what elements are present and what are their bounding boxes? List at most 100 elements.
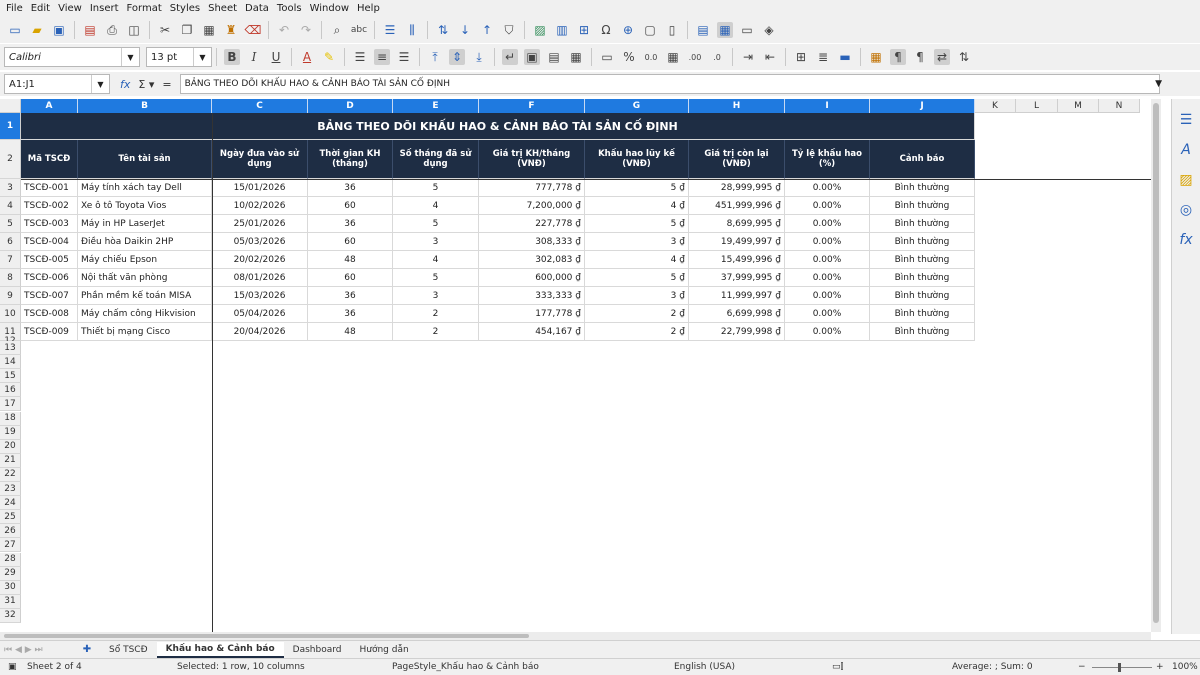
table-cell[interactable]: 28,999,995 ₫ (689, 179, 785, 197)
chevron-down-icon[interactable]: ▼ (193, 48, 211, 66)
pivot-table-icon[interactable]: ⊞ (576, 22, 592, 38)
table-cell[interactable]: 48 (308, 323, 393, 341)
column-header[interactable]: B (78, 99, 212, 113)
table-cell[interactable]: 4 (393, 251, 479, 269)
table-cell[interactable]: 777,778 ₫ (479, 179, 585, 197)
row-header[interactable]: 3 (0, 179, 21, 197)
table-cell[interactable]: Bình thường (870, 305, 975, 323)
functions-icon[interactable]: fx (1178, 232, 1194, 248)
decrease-indent-icon[interactable]: ⇤ (762, 49, 778, 65)
column-title[interactable]: Khấu hao lũy kế (VNĐ) (585, 140, 689, 179)
sheet-tab[interactable]: Sổ TSCĐ (100, 642, 157, 658)
menu-data[interactable]: Data (245, 3, 269, 14)
table-cell[interactable]: TSCĐ-008 (21, 305, 78, 323)
table-cell[interactable]: 37,999,995 ₫ (689, 269, 785, 287)
menu-insert[interactable]: Insert (90, 3, 119, 14)
table-cell[interactable]: 25/01/2026 (212, 215, 308, 233)
chevron-down-icon[interactable]: ▼ (91, 75, 109, 93)
table-cell[interactable]: 60 (308, 197, 393, 215)
column-header[interactable]: K (975, 99, 1016, 113)
highlight-color-icon[interactable]: ✎ (321, 49, 337, 65)
table-cell[interactable]: 2 (393, 323, 479, 341)
unmerge-cells-icon[interactable]: ▦ (568, 49, 584, 65)
split-window-icon[interactable]: ▭ (739, 22, 755, 38)
row-header[interactable]: 14 (0, 355, 21, 370)
align-left-icon[interactable]: ☰ (352, 49, 368, 65)
column-header[interactable]: J (870, 99, 975, 113)
table-cell[interactable]: 5 (393, 179, 479, 197)
table-cell[interactable]: Bình thường (870, 287, 975, 305)
show-draw-functions-icon[interactable]: ◈ (761, 22, 777, 38)
right-to-left-icon[interactable]: ¶ (912, 49, 928, 65)
table-cell[interactable]: 0.00% (785, 197, 870, 215)
table-cell[interactable]: 36 (308, 179, 393, 197)
currency-format-icon[interactable]: ▭ (599, 49, 615, 65)
table-cell[interactable]: Thiết bị mạng Cisco (78, 323, 212, 341)
underline-icon[interactable]: U (268, 49, 284, 65)
wrap-text-icon[interactable]: ↵ (502, 49, 518, 65)
menu-help[interactable]: Help (357, 3, 380, 14)
table-cell[interactable]: TSCĐ-009 (21, 323, 78, 341)
sort-descending-icon[interactable]: ↑ (479, 22, 495, 38)
sort-icon[interactable]: ⇅ (435, 22, 451, 38)
spreadsheet-grid[interactable]: ABCDEFGHIJKLMN12345678910111213141516171… (0, 99, 1151, 632)
table-cell[interactable]: 05/03/2026 (212, 233, 308, 251)
align-center-icon[interactable]: ≡ (374, 49, 390, 65)
table-cell[interactable]: 48 (308, 251, 393, 269)
table-cell[interactable]: 0.00% (785, 269, 870, 287)
table-cell[interactable]: Xe ô tô Toyota Vios (78, 197, 212, 215)
tab-navigation[interactable]: ⏮ ◀ ▶ ⏭ (4, 643, 74, 657)
column-header[interactable]: N (1099, 99, 1140, 113)
row-header[interactable]: 9 (0, 287, 21, 305)
font-size-box[interactable]: 13 pt ▼ (146, 47, 212, 67)
table-cell[interactable]: Bình thường (870, 269, 975, 287)
table-cell[interactable]: 177,778 ₫ (479, 305, 585, 323)
table-cell[interactable]: Máy chấm công Hikvision (78, 305, 212, 323)
row-header[interactable]: 32 (0, 608, 21, 623)
table-cell[interactable]: TSCĐ-002 (21, 197, 78, 215)
column-header[interactable]: E (393, 99, 479, 113)
row-header[interactable]: 29 (0, 566, 21, 581)
equals-icon[interactable]: = (162, 78, 171, 91)
column-header[interactable]: F (479, 99, 585, 113)
row-header[interactable]: 30 (0, 580, 21, 595)
date-format-icon[interactable]: ▦ (665, 49, 681, 65)
row-header[interactable]: 27 (0, 538, 21, 553)
table-cell[interactable]: 36 (308, 215, 393, 233)
column-header[interactable]: C (212, 99, 308, 113)
menu-tools[interactable]: Tools (277, 3, 302, 14)
border-style-icon[interactable]: ≣ (815, 49, 831, 65)
table-cell[interactable]: 36 (308, 287, 393, 305)
table-cell[interactable]: 5 ₫ (585, 269, 689, 287)
table-cell[interactable]: 60 (308, 233, 393, 251)
table-cell[interactable]: Bình thường (870, 215, 975, 233)
column-title[interactable]: Tên tài sản (78, 140, 212, 179)
zoom-slider[interactable] (1092, 667, 1152, 668)
column-title[interactable]: Giá trị còn lại (VNĐ) (689, 140, 785, 179)
table-cell[interactable]: 5 ₫ (585, 215, 689, 233)
row-header[interactable]: 2 (0, 140, 21, 179)
table-cell[interactable]: 15,499,996 ₫ (689, 251, 785, 269)
column-title[interactable]: Giá trị KH/tháng (VNĐ) (479, 140, 585, 179)
paste-icon[interactable]: ▦ (201, 22, 217, 38)
row-header[interactable]: 8 (0, 269, 21, 287)
increase-indent-icon[interactable]: ⇥ (740, 49, 756, 65)
status-page-style[interactable]: PageStyle_Khấu hao & Cảnh báo (392, 662, 539, 672)
name-box[interactable]: A1:J1 ▼ (4, 74, 110, 94)
table-cell[interactable]: TSCĐ-005 (21, 251, 78, 269)
row-header[interactable]: 23 (0, 482, 21, 497)
table-cell[interactable]: Bình thường (870, 179, 975, 197)
properties-icon[interactable]: ☰ (1178, 112, 1194, 128)
sheet-tab[interactable]: Dashboard (284, 642, 351, 658)
table-cell[interactable]: 8,699,995 ₫ (689, 215, 785, 233)
table-cell[interactable]: 0.00% (785, 179, 870, 197)
row-header[interactable]: 17 (0, 397, 21, 412)
table-cell[interactable]: 5 ₫ (585, 179, 689, 197)
align-bottom-icon[interactable]: ⤓ (471, 49, 487, 65)
zoom-slider-knob[interactable] (1118, 663, 1121, 672)
zoom-level[interactable]: 100% (1172, 662, 1198, 672)
borders-icon[interactable]: ⊞ (793, 49, 809, 65)
horizontal-scrollbar[interactable] (0, 632, 1151, 640)
export-pdf-icon[interactable]: ▤ (82, 22, 98, 38)
table-cell[interactable]: 05/04/2026 (212, 305, 308, 323)
